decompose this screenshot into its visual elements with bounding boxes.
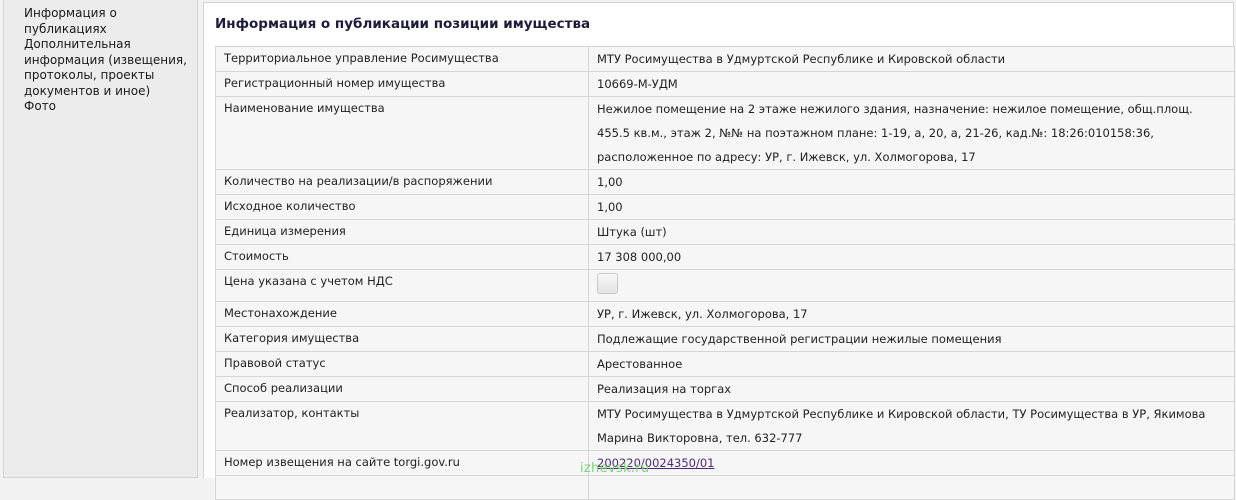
row-value: Реализация на торгах [588,376,1235,402]
table-row: Номер извещения на сайте torgi.gov.ru 20… [215,450,1235,476]
row-label: Исходное количество [215,194,589,220]
row-value: МТУ Росимущества в Удмуртской Республике… [588,401,1235,451]
row-label: Стоимость [215,244,589,270]
row-label: Правовой статус [215,351,589,377]
row-label: Единица измерения [215,219,589,245]
watermark: izhevsk.ru [580,461,650,476]
page-title: Информация о публикации позиции имуществ… [215,16,591,32]
row-value: Подлежащие государственной регистрации н… [588,326,1235,352]
row-value: Арестованное [588,351,1235,377]
row-value: 1,00 [588,169,1235,195]
table-row: Правовой статус Арестованное [215,351,1235,377]
table-row: Наименование имущества Нежилое помещение… [215,96,1235,170]
table-row: Местонахождение УР, г. Ижевск, ул. Холмо… [215,301,1235,327]
table-row: Единица измерения Штука (шт) [215,219,1235,245]
sidebar-item-photo[interactable]: Фото [24,99,197,115]
table-row: Регистрационный номер имущества 10669-М-… [215,71,1235,97]
row-value: 10669-М-УДМ [588,71,1235,97]
row-value: 17 308 000,00 [588,244,1235,270]
row-value [588,475,1235,500]
row-label: Категория имущества [215,326,589,352]
row-value: 200220/0024350/01 [588,450,1235,476]
table-row: Исходное количество 1,00 [215,194,1235,220]
row-label: Цена указана с учетом НДС [215,269,589,302]
sidebar: Информация о публикациях Дополнительная … [3,0,198,478]
row-label: Территориальное управление Росимущества [215,46,589,72]
table-row: Категория имущества Подлежащие государст… [215,326,1235,352]
row-label: Наименование имущества [215,96,589,170]
property-info-table: Территориальное управление Росимущества … [215,46,1235,500]
row-label: Способ реализации [215,376,589,402]
row-label: Регистрационный номер имущества [215,71,589,97]
table-row: Количество на реализации/в распоряжении … [215,169,1235,195]
row-value: УР, г. Ижевск, ул. Холмогорова, 17 [588,301,1235,327]
row-value: Штука (шт) [588,219,1235,245]
table-row [215,475,1235,500]
vat-checkbox[interactable] [597,273,618,294]
table-row: Способ реализации Реализация на торгах [215,376,1235,402]
table-row: Реализатор, контакты МТУ Росимущества в … [215,401,1235,451]
row-label: Количество на реализации/в распоряжении [215,169,589,195]
row-label: Номер извещения на сайте torgi.gov.ru [215,450,589,476]
row-value [588,269,1235,302]
row-value: МТУ Росимущества в Удмуртской Республике… [588,46,1235,72]
row-label: Местонахождение [215,301,589,327]
sidebar-item-additional-info[interactable]: Дополнительная информация (извещения, пр… [24,37,197,99]
table-row: Территориальное управление Росимущества … [215,46,1235,72]
table-row: Цена указана с учетом НДС [215,269,1235,302]
row-label: Реализатор, контакты [215,401,589,451]
sidebar-item-publications-info[interactable]: Информация о публикациях [24,6,197,37]
row-value: 1,00 [588,194,1235,220]
table-row: Стоимость 17 308 000,00 [215,244,1235,270]
main-panel: Информация о публикации позиции имуществ… [203,2,1235,500]
row-label [215,475,589,500]
row-value: Нежилое помещение на 2 этаже нежилого зд… [588,96,1235,170]
